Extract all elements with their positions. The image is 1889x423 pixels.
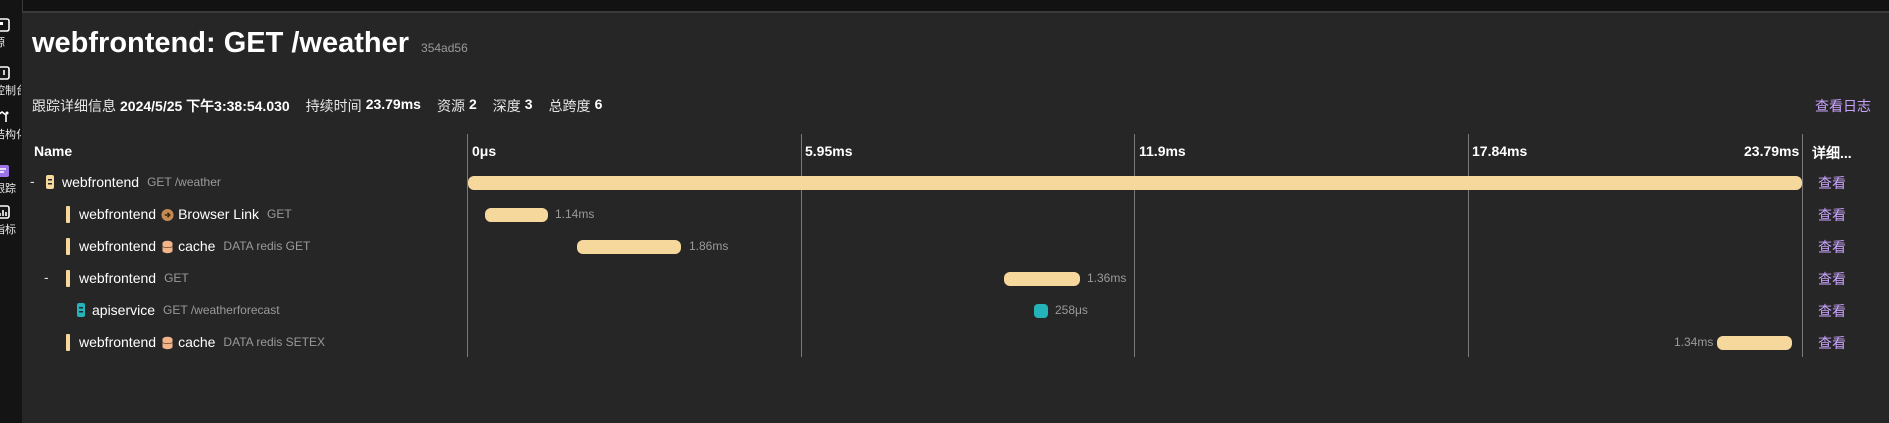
nav-item-resources[interactable]: 源 xyxy=(0,18,21,58)
span-description: DATA redis GET xyxy=(223,239,311,253)
service-accent xyxy=(66,206,70,223)
timeline-tick-label: 5.95ms xyxy=(805,143,853,159)
nav-item-metrics[interactable]: 指标 xyxy=(0,205,21,245)
span-bar xyxy=(485,208,548,222)
trace-detail-label: 跟踪详细信息 xyxy=(32,98,116,114)
resources-label: 资源 xyxy=(436,98,465,114)
span-row[interactable]: webfrontend cache DATA redis SETEX 1.34m… xyxy=(22,326,1889,358)
duration-value: 23.79ms xyxy=(365,96,421,112)
depth-value: 3 xyxy=(524,96,533,112)
total-spans-value: 6 xyxy=(594,96,603,112)
service-name: webfrontend xyxy=(79,206,157,222)
span-name: webfrontend Browser Link GET xyxy=(79,198,292,230)
trace-id: 354ad56 xyxy=(421,41,468,55)
timeline-tick-label: 0μs xyxy=(472,143,497,159)
service-name: webfrontend xyxy=(79,270,157,286)
timeline-tick-label: 23.79ms xyxy=(1744,143,1800,159)
collapse-toggle[interactable]: - xyxy=(30,173,35,189)
service-accent xyxy=(66,334,70,351)
depth-label: 深度 xyxy=(492,98,521,114)
span-duration: 1.36ms xyxy=(1087,271,1127,285)
resources-value: 2 xyxy=(468,96,477,112)
operation-name: cache xyxy=(178,238,216,254)
resources-info: 资源 2 xyxy=(437,96,477,116)
view-span-link[interactable]: 查看 xyxy=(1818,269,1846,289)
span-bar xyxy=(1034,304,1048,318)
total-spans-label: 总跨度 xyxy=(548,98,591,114)
operation-name: cache xyxy=(178,334,216,350)
console-icon xyxy=(0,66,10,80)
nav-label: 源 xyxy=(0,34,5,50)
operation-name: Browser Link xyxy=(178,206,259,222)
nav-item-console[interactable]: 控制台 xyxy=(0,66,21,106)
total-spans-info: 总跨度 6 xyxy=(549,96,603,116)
span-name: webfrontend cache DATA redis GET xyxy=(79,230,310,262)
service-name: webfrontend xyxy=(79,334,157,350)
collapse-toggle[interactable]: - xyxy=(44,269,49,285)
timeline-tick-label: 11.9ms xyxy=(1139,143,1186,159)
service-name: webfrontend xyxy=(62,174,140,190)
span-duration: 1.14ms xyxy=(555,207,595,221)
view-span-link[interactable]: 查看 xyxy=(1818,301,1846,321)
service-accent-icon xyxy=(46,175,54,189)
view-span-link[interactable]: 查看 xyxy=(1818,333,1846,353)
service-name: apiservice xyxy=(92,302,156,318)
nav-label: 控制台 xyxy=(0,85,21,97)
name-column-header: Name xyxy=(34,143,73,159)
timeline-tick-label: 17.84ms xyxy=(1472,143,1528,159)
nav-item-structured[interactable]: 结构化 xyxy=(0,110,21,150)
resources-icon xyxy=(0,18,10,32)
structured-icon xyxy=(0,111,9,122)
service-accent xyxy=(66,270,70,287)
traces-icon xyxy=(0,165,9,177)
span-row[interactable]: apiservice GET /weatherforecast 258μs 查看 xyxy=(22,294,1889,326)
nav-label: 跟踪 xyxy=(0,183,16,195)
database-icon xyxy=(162,336,173,350)
span-duration: 1.34ms xyxy=(1674,335,1714,349)
title-row: webfrontend: GET /weather 354ad56 xyxy=(32,27,468,60)
span-description: GET /weather xyxy=(147,175,221,189)
span-bar xyxy=(468,176,1802,190)
duration-info: 持续时间 23.79ms xyxy=(306,96,421,116)
trace-detail-info: 跟踪详细信息 2024/5/25 下午3:38:54.030 xyxy=(32,96,290,116)
span-description: GET /weatherforecast xyxy=(163,303,280,317)
view-logs-link[interactable]: 查看日志 xyxy=(1815,96,1871,116)
database-icon xyxy=(162,240,173,254)
view-span-link[interactable]: 查看 xyxy=(1818,173,1846,193)
span-description: GET xyxy=(266,207,292,221)
span-description: GET xyxy=(164,271,189,285)
view-span-link[interactable]: 查看 xyxy=(1818,237,1846,257)
span-name: webfrontend GET /weather xyxy=(62,166,221,198)
depth-info: 深度 3 xyxy=(493,96,533,116)
nav-label: 结构化 xyxy=(0,129,21,141)
span-row[interactable]: - webfrontend GET /weather 查看 xyxy=(22,166,1889,198)
span-description: DATA redis SETEX xyxy=(223,335,326,349)
trace-detail-value: 2024/5/25 下午3:38:54.030 xyxy=(120,98,290,114)
span-bar xyxy=(1717,336,1792,350)
service-accent xyxy=(66,238,70,255)
view-span-link[interactable]: 查看 xyxy=(1818,205,1846,225)
trace-summary: 跟踪详细信息 2024/5/25 下午3:38:54.030 持续时间 23.7… xyxy=(32,96,618,116)
duration-label: 持续时间 xyxy=(305,98,362,114)
nav-item-traces[interactable]: 跟踪 xyxy=(0,164,21,204)
trace-detail-panel: webfrontend: GET /weather 354ad56 跟踪详细信息… xyxy=(22,12,1889,423)
metrics-icon xyxy=(0,205,10,219)
page-title: webfrontend: GET /weather xyxy=(32,27,410,59)
span-name: webfrontend cache DATA redis SETEX xyxy=(79,326,325,358)
nav-label: 指标 xyxy=(0,224,16,236)
service-accent-icon xyxy=(77,303,85,317)
left-nav: 源 控制台 结构化 跟踪 指标 xyxy=(0,0,23,422)
details-column-header: 详细... xyxy=(1812,145,1852,161)
arrow-circle-icon xyxy=(161,208,174,222)
span-name: apiservice GET /weatherforecast xyxy=(92,294,280,326)
span-duration: 1.86ms xyxy=(689,239,729,253)
service-name: webfrontend xyxy=(79,238,157,254)
span-row[interactable]: webfrontend Browser Link GET 1.14ms 查看 xyxy=(22,198,1889,230)
span-row[interactable]: - webfrontend GET 1.36ms 查看 xyxy=(22,262,1889,294)
span-name: webfrontend GET xyxy=(79,262,189,294)
span-bar xyxy=(1004,272,1080,286)
span-duration: 258μs xyxy=(1055,303,1088,317)
span-bar xyxy=(577,240,681,254)
span-row[interactable]: webfrontend cache DATA redis GET 1.86ms … xyxy=(22,230,1889,262)
